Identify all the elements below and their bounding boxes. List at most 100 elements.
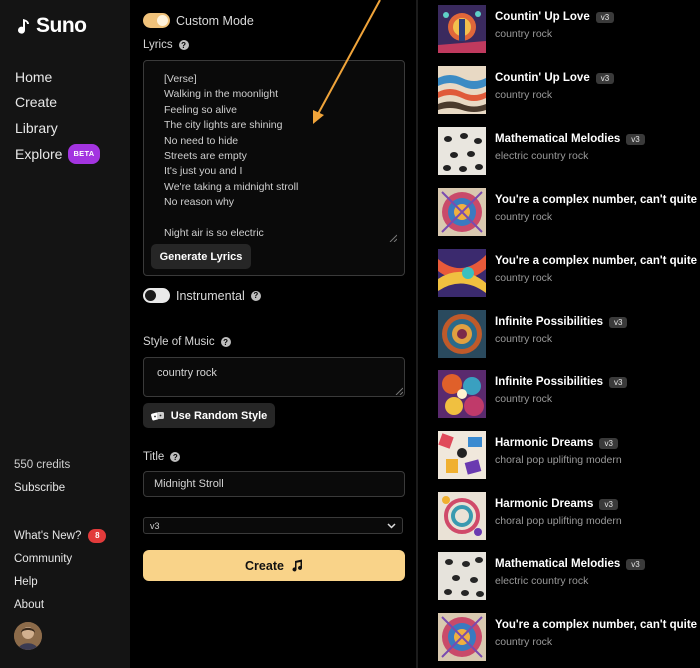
instrumental-label: Instrumental — [176, 288, 245, 303]
beta-badge: BETA — [68, 143, 100, 164]
custom-mode-toggle[interactable] — [143, 13, 170, 28]
dice-icon — [150, 411, 164, 420]
title-input[interactable]: Midnight Stroll — [143, 471, 405, 497]
song-cover[interactable] — [438, 613, 486, 661]
nav-label: Create — [15, 94, 58, 111]
version-badge: v3 — [626, 558, 645, 570]
song-title-row: Infinite Possibilities v3 — [495, 316, 628, 328]
song-cover[interactable] — [438, 66, 486, 114]
song-cover[interactable] — [438, 127, 486, 175]
music-note-icon — [292, 559, 302, 572]
song-item[interactable]: Harmonic Dreams v3 choral pop uplifting … — [438, 492, 700, 542]
song-style: country rock — [495, 28, 553, 40]
resize-handle-icon[interactable] — [395, 387, 403, 395]
song-title-row: You're a complex number, can't quite fig… — [495, 619, 700, 631]
link-label: About — [14, 598, 45, 611]
lyrics-label: Lyrics — [143, 39, 173, 51]
random-style-button[interactable]: Use Random Style — [143, 403, 275, 428]
song-cover[interactable] — [438, 552, 486, 600]
song-cover[interactable] — [438, 249, 486, 297]
song-style: electric country rock — [495, 575, 589, 587]
song-item[interactable]: You're a complex number, can't quite fig… — [438, 188, 700, 238]
song-title-row: You're a complex number, can't quite fig… — [495, 255, 700, 267]
subscribe-link[interactable]: Subscribe — [14, 482, 65, 494]
about-link[interactable]: About — [14, 593, 106, 616]
song-title[interactable]: Infinite Possibilities — [495, 376, 603, 388]
version-badge: v3 — [599, 498, 618, 510]
version-badge: v3 — [609, 316, 628, 328]
song-title-row: Infinite Possibilities v3 — [495, 376, 628, 388]
footer-links: What's New? 8 Community Help About — [14, 524, 107, 616]
song-item[interactable]: Mathematical Melodies v3 electric countr… — [438, 127, 700, 177]
model-select[interactable]: v3 — [143, 517, 403, 534]
link-label: Help — [14, 575, 38, 588]
song-title[interactable]: Countin' Up Love — [495, 72, 590, 84]
song-item[interactable]: Harmonic Dreams v3 choral pop uplifting … — [438, 431, 700, 481]
nav-label: Home — [15, 68, 53, 85]
song-title-row: Mathematical Melodies v3 — [495, 133, 645, 145]
generate-lyrics-button[interactable]: Generate Lyrics — [151, 244, 251, 269]
song-title[interactable]: Infinite Possibilities — [495, 316, 603, 328]
lyrics-textarea[interactable]: [Verse] Walking in the moonlight Feeling… — [164, 72, 389, 242]
song-cover[interactable] — [438, 431, 486, 479]
button-label: Use Random Style — [170, 409, 268, 422]
nav-create[interactable]: Create — [15, 90, 100, 116]
song-title[interactable]: Harmonic Dreams — [495, 498, 593, 510]
song-title-row: You're a complex number, can't quite fig… — [495, 194, 700, 206]
avatar[interactable] — [14, 622, 42, 650]
song-style: choral pop uplifting modern — [495, 515, 622, 527]
version-badge: v3 — [595, 72, 615, 84]
song-title[interactable]: Mathematical Melodies — [495, 133, 620, 145]
style-value: country rock — [157, 367, 217, 379]
instrumental-toggle[interactable] — [143, 288, 170, 303]
song-cover[interactable] — [438, 188, 486, 236]
nav-explore[interactable]: Explore BETA — [15, 141, 100, 167]
song-cover[interactable] — [438, 5, 486, 53]
song-title[interactable]: You're a complex number, can't quite fig… — [495, 255, 700, 267]
song-cover[interactable] — [438, 370, 486, 418]
song-title[interactable]: You're a complex number, can't quite fig… — [495, 194, 700, 206]
song-cover[interactable] — [438, 492, 486, 540]
nav-library[interactable]: Library — [15, 115, 100, 141]
help-icon[interactable]: ? — [178, 40, 189, 50]
version-badge: v3 — [595, 11, 615, 23]
song-style: country rock — [495, 272, 553, 284]
suno-logo[interactable]: Suno — [14, 14, 87, 38]
custom-mode-row: Custom Mode — [143, 13, 254, 28]
help-link[interactable]: Help — [14, 570, 106, 593]
help-icon[interactable]: ? — [170, 452, 181, 462]
version-badge: v3 — [626, 133, 645, 145]
help-icon[interactable]: ? — [220, 337, 231, 347]
resize-handle-icon[interactable] — [389, 234, 397, 242]
help-icon[interactable]: ? — [250, 290, 261, 301]
song-style: country rock — [495, 89, 553, 101]
song-item[interactable]: You're a complex number, can't quite fig… — [438, 613, 700, 663]
song-title[interactable]: Mathematical Melodies — [495, 558, 620, 570]
main-nav: Home Create Library Explore BETA — [15, 64, 100, 166]
nav-label: Library — [15, 119, 58, 136]
song-item[interactable]: Infinite Possibilities v3 country rock — [438, 310, 700, 360]
style-input[interactable]: country rock — [143, 357, 405, 397]
song-style: country rock — [495, 393, 553, 405]
title-label-row: Title ? — [143, 451, 181, 463]
lyrics-box: [Verse] Walking in the moonlight Feeling… — [143, 60, 405, 276]
logo-text: Suno — [36, 14, 87, 37]
create-button[interactable]: Create — [143, 550, 405, 581]
button-label: Generate Lyrics — [159, 250, 243, 263]
nav-home[interactable]: Home — [15, 64, 100, 90]
song-item[interactable]: Countin' Up Love v3 country rock — [438, 5, 700, 55]
song-title-row: Mathematical Melodies v3 — [495, 558, 645, 570]
notification-badge: 8 — [88, 528, 107, 543]
song-cover[interactable] — [438, 310, 486, 358]
song-item[interactable]: Mathematical Melodies v3 electric countr… — [438, 552, 700, 602]
song-item[interactable]: Infinite Possibilities v3 country rock — [438, 370, 700, 420]
style-label-row: Style of Music ? — [143, 336, 231, 348]
community-link[interactable]: Community — [14, 547, 106, 570]
song-item[interactable]: Countin' Up Love v3 country rock — [438, 66, 700, 116]
song-item[interactable]: You're a complex number, can't quite fig… — [438, 249, 700, 299]
song-title[interactable]: You're a complex number, can't quite fig… — [495, 619, 700, 631]
song-title[interactable]: Harmonic Dreams — [495, 437, 593, 449]
song-title[interactable]: Countin' Up Love — [495, 11, 590, 23]
link-label: Community — [14, 552, 73, 565]
whats-new-link[interactable]: What's New? 8 — [14, 524, 107, 547]
